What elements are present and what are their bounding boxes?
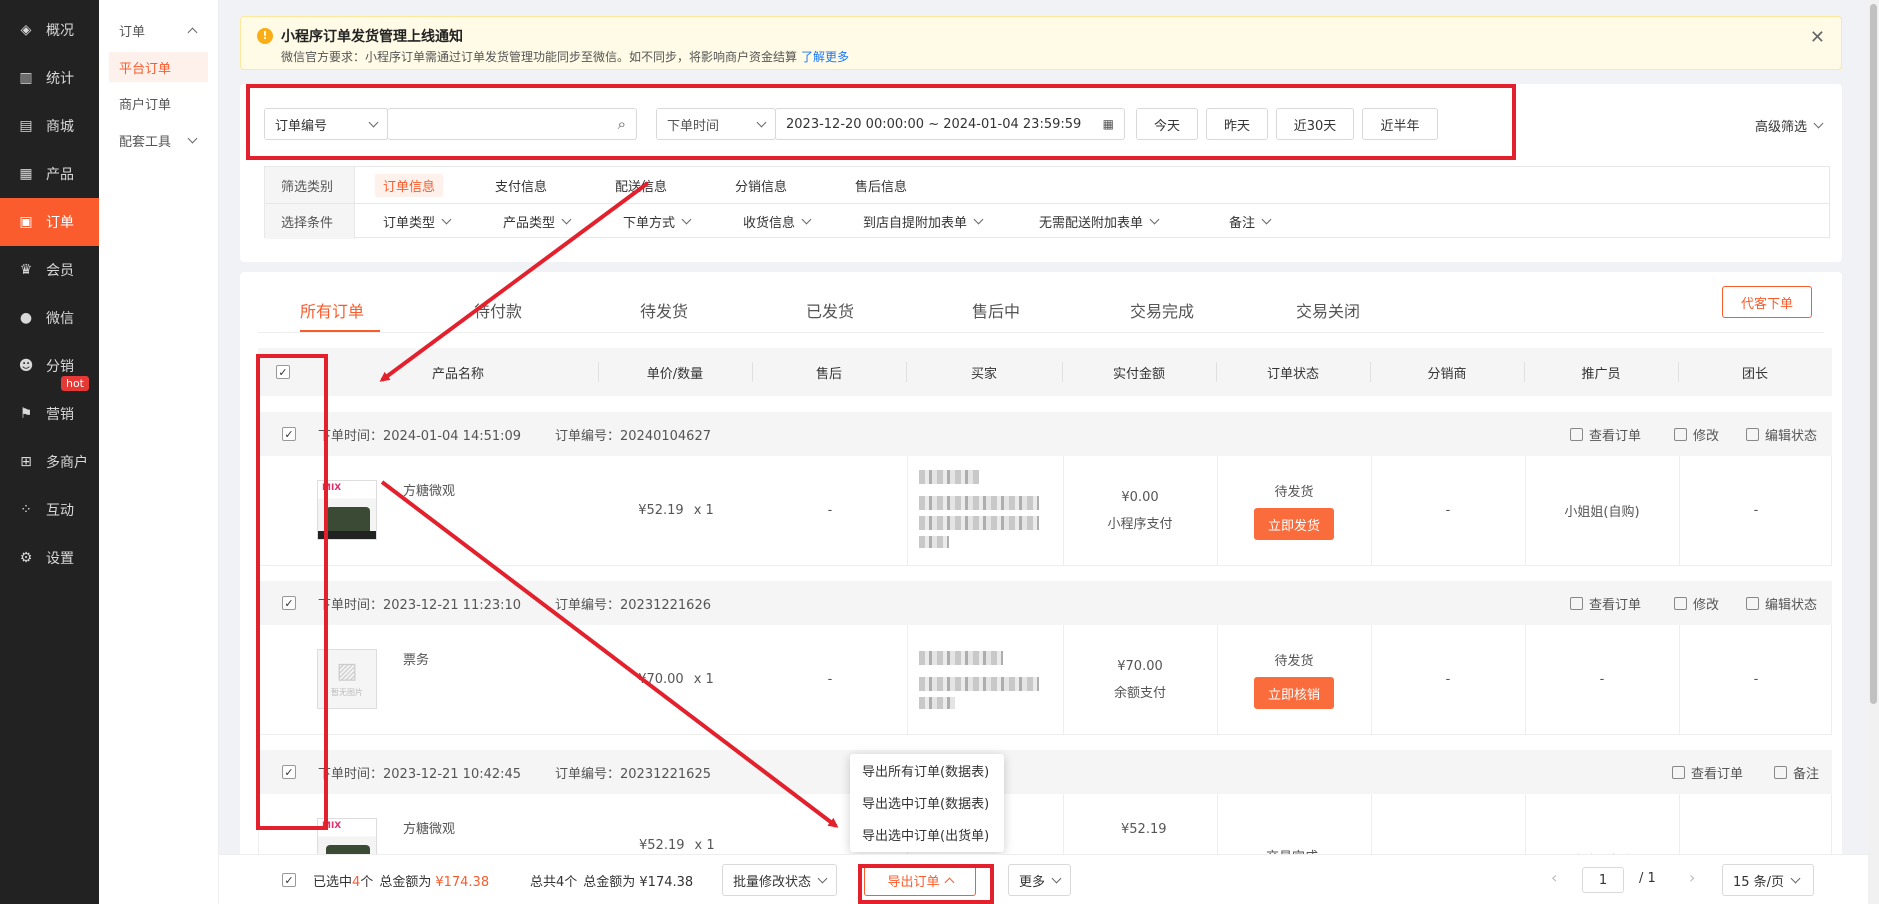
annotation-arrow	[380, 480, 839, 828]
annotation-arrow	[379, 181, 650, 382]
annotation-arrows	[379, 181, 839, 828]
